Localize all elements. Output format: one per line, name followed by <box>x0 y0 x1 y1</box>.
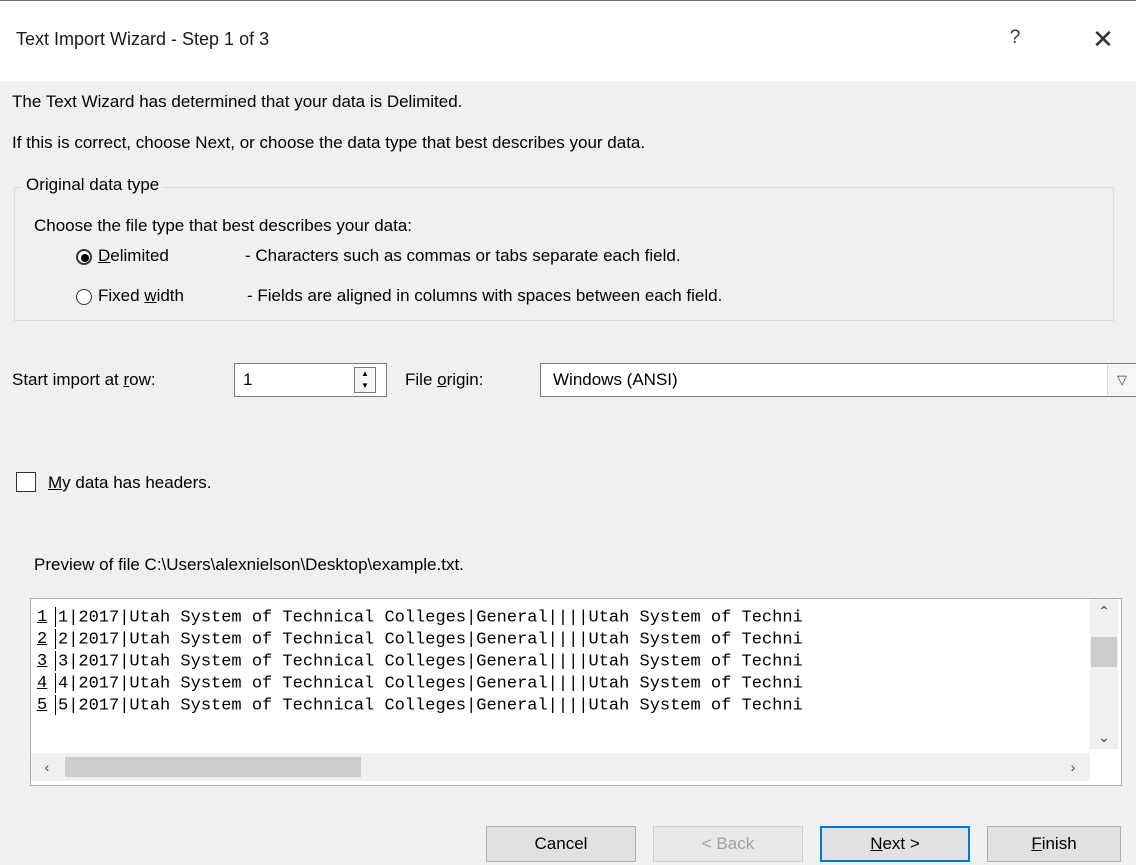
radio-delimited-label: Delimited <box>98 246 169 266</box>
title-bar: Text Import Wizard - Step 1 of 3 ? ✕ <box>0 0 1136 81</box>
row-number: 2 <box>37 630 48 650</box>
stepper-down-icon[interactable]: ▼ <box>355 380 375 392</box>
row-number: 5 <box>37 696 48 716</box>
accel-n: N <box>870 834 883 853</box>
row-text: 3|2017|Utah System of Technical Colleges… <box>58 652 803 672</box>
row-separator <box>55 629 56 649</box>
group-legend: Original data type <box>22 175 164 195</box>
row-separator <box>55 695 56 715</box>
accel-d: D <box>98 246 111 265</box>
horizontal-scrollbar[interactable]: ‹ › <box>31 753 1090 781</box>
file-origin-label-rest: rigin: <box>446 370 484 389</box>
fixed-label-pre: Fixed <box>98 286 145 305</box>
headers-checkbox[interactable] <box>16 472 36 492</box>
start-row-label: Start import at row: <box>12 370 156 390</box>
radio-fixed-width-label: Fixed width <box>98 286 184 306</box>
file-origin-value: Windows (ANSI) <box>553 370 678 389</box>
file-origin-select[interactable]: Windows (ANSI) ▽ <box>540 363 1136 397</box>
headers-checkbox-label[interactable]: My data has headers. <box>48 473 212 493</box>
accel-m: M <box>48 473 63 492</box>
preview-row: 1 1|2017|Utah System of Technical College… <box>37 607 803 629</box>
start-row-label-rest: ow: <box>129 370 156 389</box>
start-row-value[interactable]: 1 <box>243 370 252 390</box>
preview-row: 4 4|2017|Utah System of Technical College… <box>37 673 803 695</box>
row-number: 4 <box>37 674 48 694</box>
row-number: 1 <box>37 608 48 628</box>
close-icon[interactable]: ✕ <box>1089 23 1117 55</box>
row-text: 2|2017|Utah System of Technical Colleges… <box>58 630 803 650</box>
radio-selected-dot <box>81 254 89 262</box>
scroll-right-icon[interactable]: › <box>1059 757 1087 777</box>
headers-label-rest: y data has headers. <box>62 473 212 492</box>
stepper-up-icon[interactable]: ▲ <box>355 368 375 380</box>
radio-delimited[interactable]: Delimited <box>76 246 216 270</box>
vertical-scrollbar[interactable]: ⌃ ⌄ <box>1090 599 1118 749</box>
radio-fixed-width-button[interactable] <box>76 289 92 305</box>
start-row-stepper[interactable]: 1 ▲ ▼ <box>234 363 387 397</box>
row-text: 4|2017|Utah System of Technical Colleges… <box>58 674 803 694</box>
file-origin-label-pre: File <box>405 370 438 389</box>
preview-row: 3 3|2017|Utah System of Technical College… <box>37 651 803 673</box>
fixed-label-rest: idth <box>156 286 184 305</box>
accel-o: o <box>437 370 447 389</box>
finish-label-rest: inish <box>1041 834 1077 853</box>
delimited-description: - Characters such as commas or tabs sepa… <box>245 246 681 265</box>
preview-pane: 1 1|2017|Utah System of Technical College… <box>30 598 1122 786</box>
radio-delimited-button[interactable] <box>76 249 92 265</box>
file-type-prompt: Choose the file type that best describes… <box>34 216 413 235</box>
stepper-arrows: ▲ ▼ <box>354 367 376 393</box>
preview-rows: 1 1|2017|Utah System of Technical College… <box>37 607 803 717</box>
delimited-label-rest: elimited <box>110 246 169 265</box>
row-separator <box>55 607 56 627</box>
back-button[interactable]: < Back <box>653 826 803 862</box>
row-separator <box>55 651 56 671</box>
preview-row: 5 5|2017|Utah System of Technical College… <box>37 695 803 717</box>
cancel-button[interactable]: Cancel <box>486 826 636 862</box>
file-origin-label: File origin: <box>405 370 483 390</box>
intro-line-1: The Text Wizard has determined that your… <box>12 92 463 111</box>
fixed-width-description: - Fields are aligned in columns with spa… <box>247 286 723 305</box>
row-number: 3 <box>37 652 48 672</box>
finish-button[interactable]: Finish <box>987 826 1121 862</box>
scroll-left-icon[interactable]: ‹ <box>33 757 61 777</box>
next-label-rest: ext > <box>882 834 920 853</box>
scroll-down-icon[interactable]: ⌄ <box>1090 727 1118 747</box>
horizontal-scroll-thumb[interactable] <box>65 757 361 777</box>
accel-w: w <box>144 286 157 305</box>
row-text: 1|2017|Utah System of Technical Colleges… <box>58 608 803 628</box>
preview-row: 2 2|2017|Utah System of Technical College… <box>37 629 803 651</box>
window-title: Text Import Wizard - Step 1 of 3 <box>16 29 270 49</box>
row-separator <box>55 673 56 693</box>
help-button[interactable]: ? <box>1005 27 1025 53</box>
preview-label: Preview of file C:\Users\alexnielson\Des… <box>34 555 464 574</box>
row-text: 5|2017|Utah System of Technical Colleges… <box>58 696 803 716</box>
radio-fixed-width[interactable]: Fixed width <box>76 286 236 310</box>
scroll-up-icon[interactable]: ⌃ <box>1090 601 1118 621</box>
intro-line-2: If this is correct, choose Next, or choo… <box>12 133 646 152</box>
accel-f: F <box>1031 834 1042 853</box>
vertical-scroll-thumb[interactable] <box>1091 637 1117 667</box>
next-button[interactable]: Next > <box>820 826 970 862</box>
start-row-label-pre: Start import at <box>12 370 124 389</box>
chevron-down-icon[interactable]: ▽ <box>1107 364 1136 396</box>
